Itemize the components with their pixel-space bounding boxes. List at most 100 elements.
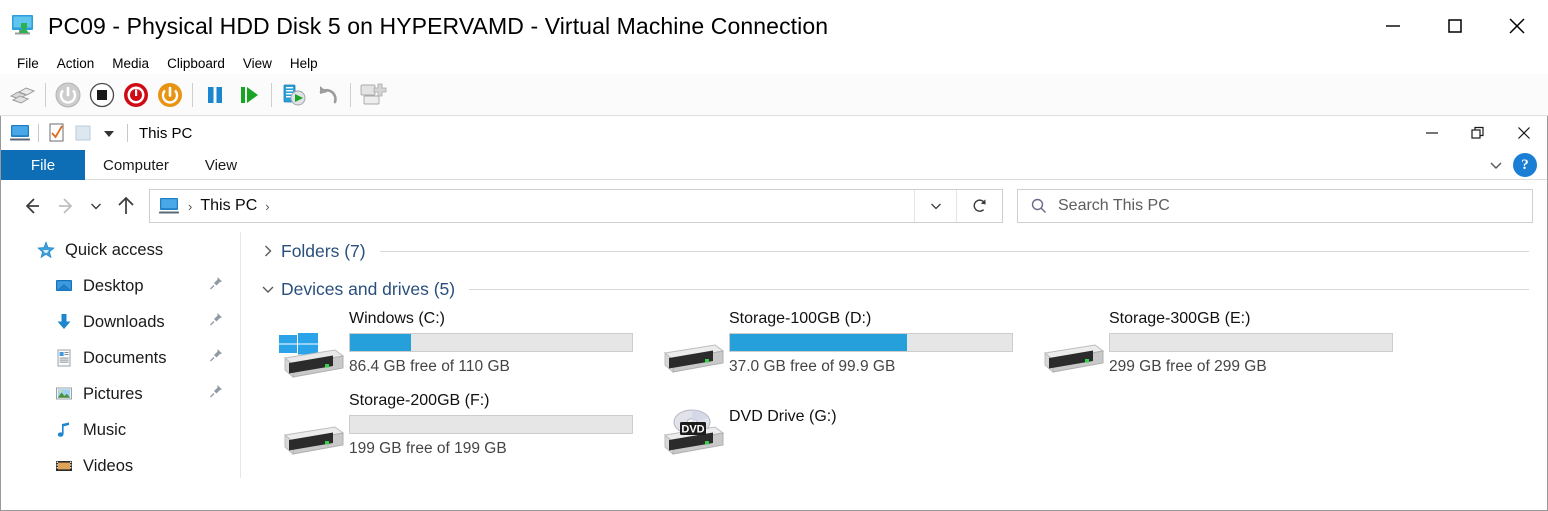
tab-file[interactable]: File <box>1 150 85 180</box>
sidebar-item-label: Videos <box>83 457 133 476</box>
toolbar-separator <box>192 83 193 107</box>
help-button[interactable]: ? <box>1513 153 1537 177</box>
sidebar-item-quick-access[interactable]: Quick access <box>1 232 240 268</box>
vm-close-button[interactable] <box>1486 0 1548 52</box>
toolbar-separator <box>45 83 46 107</box>
drive-item-storage-300gb-e[interactable]: Storage-300GB (E:) 299 GB free of 299 GB <box>1035 308 1415 390</box>
refresh-button[interactable] <box>956 190 1002 222</box>
explorer-close-button[interactable] <box>1501 116 1547 150</box>
file-explorer-window: This PC File Computer View <box>0 116 1548 511</box>
new-connection-icon[interactable] <box>356 78 390 112</box>
up-button[interactable] <box>109 189 143 223</box>
group-rule <box>380 251 1529 252</box>
drive-capacity-bar <box>349 333 633 352</box>
hard-drive-icon <box>655 322 729 382</box>
star-pin-icon <box>35 239 57 261</box>
explorer-body: Quick access Desktop <box>1 232 1547 478</box>
breadcrumb-item-this-pc[interactable]: This PC <box>200 197 257 215</box>
drive-item-storage-100gb-d[interactable]: Storage-100GB (D:) 37.0 GB free of 99.9 … <box>655 308 1035 390</box>
chevron-down-icon[interactable] <box>257 278 279 300</box>
drive-item-dvd-drive-g[interactable]: DVD DVD Drive (G:) <box>655 390 1035 472</box>
sidebar-item-label: Pictures <box>83 385 143 404</box>
sidebar-item-label: Music <box>83 421 126 440</box>
revert-icon[interactable] <box>311 78 345 112</box>
drive-name: Windows (C:) <box>349 310 655 328</box>
pin-icon[interactable] <box>208 312 224 333</box>
sidebar-item-pictures[interactable]: Pictures <box>1 376 240 412</box>
drive-info: Windows (C:) 86.4 GB free of 110 GB <box>349 308 655 376</box>
drive-info: DVD Drive (G:) <box>729 390 1035 431</box>
sidebar-item-videos[interactable]: Videos <box>1 448 240 478</box>
drive-row: Windows (C:) 86.4 GB free of 110 GB <box>275 308 1547 390</box>
this-pc-icon[interactable] <box>7 121 33 145</box>
recent-locations-button[interactable] <box>83 189 109 223</box>
menu-item-view[interactable]: View <box>234 55 281 72</box>
downloads-icon <box>53 311 75 333</box>
sidebar-item-downloads[interactable]: Downloads <box>1 304 240 340</box>
drive-free-space: 299 GB free of 299 GB <box>1109 358 1415 376</box>
drive-capacity-fill <box>350 334 411 351</box>
ribbon-right-controls: ? <box>1479 150 1543 180</box>
drive-item-storage-200gb-f[interactable]: Storage-200GB (F:) 199 GB free of 199 GB <box>275 390 655 472</box>
menu-item-media[interactable]: Media <box>103 55 158 72</box>
explorer-restore-button[interactable] <box>1455 116 1501 150</box>
menu-item-help[interactable]: Help <box>281 55 327 72</box>
pin-icon[interactable] <box>208 384 224 405</box>
sidebar-item-documents[interactable]: Documents <box>1 340 240 376</box>
menu-item-file[interactable]: File <box>8 55 48 72</box>
group-header-devices-and-drives[interactable]: Devices and drives (5) <box>253 270 1547 308</box>
tab-view[interactable]: View <box>187 150 255 180</box>
drive-info: Storage-100GB (D:) 37.0 GB free of 99.9 … <box>729 308 1035 376</box>
group-header-folders[interactable]: Folders (7) <box>253 232 1547 270</box>
shut-down-icon[interactable] <box>119 78 153 112</box>
drive-info: Storage-200GB (F:) 199 GB free of 199 GB <box>349 390 655 458</box>
new-folder-icon[interactable] <box>70 121 96 145</box>
vm-maximize-button[interactable] <box>1424 0 1486 52</box>
reset-icon[interactable] <box>232 78 266 112</box>
virtual-machine-icon <box>10 12 38 40</box>
breadcrumb-separator[interactable]: › <box>257 199 277 214</box>
vm-toolbar <box>0 74 1548 116</box>
menu-item-action[interactable]: Action <box>48 55 104 72</box>
sidebar-item-label: Downloads <box>83 313 165 332</box>
sidebar-item-music[interactable]: Music <box>1 412 240 448</box>
explorer-window-controls <box>1409 116 1547 150</box>
chevron-right-icon[interactable] <box>257 240 279 262</box>
vm-window-controls <box>1362 0 1548 52</box>
drive-capacity-fill <box>730 334 907 351</box>
group-rule <box>469 289 1529 290</box>
qat-separator <box>127 124 128 142</box>
pin-icon[interactable] <box>208 276 224 297</box>
qat-separator <box>38 124 39 142</box>
tab-computer[interactable]: Computer <box>85 150 187 180</box>
explorer-minimize-button[interactable] <box>1409 116 1455 150</box>
ctrl-alt-delete-icon[interactable] <box>6 78 40 112</box>
save-power-icon[interactable] <box>153 78 187 112</box>
chevron-down-icon[interactable] <box>1479 150 1513 180</box>
group-title: Devices and drives (5) <box>281 279 455 300</box>
start-power-icon[interactable] <box>51 78 85 112</box>
address-dropdown-button[interactable] <box>914 190 956 222</box>
explorer-title-bar: This PC <box>1 116 1547 150</box>
back-button[interactable] <box>15 189 49 223</box>
breadcrumb[interactable]: › This PC › <box>150 196 914 216</box>
search-icon <box>1030 197 1048 215</box>
properties-icon[interactable] <box>44 121 70 145</box>
toolbar-separator <box>271 83 272 107</box>
checkpoint-icon[interactable] <box>277 78 311 112</box>
breadcrumb-separator: › <box>180 199 200 214</box>
sidebar-item-desktop[interactable]: Desktop <box>1 268 240 304</box>
pin-icon[interactable] <box>208 348 224 369</box>
forward-button[interactable] <box>49 189 83 223</box>
drive-free-space: 37.0 GB free of 99.9 GB <box>729 358 1035 376</box>
drive-item-windows-c[interactable]: Windows (C:) 86.4 GB free of 110 GB <box>275 308 655 390</box>
vm-minimize-button[interactable] <box>1362 0 1424 52</box>
pause-icon[interactable] <box>198 78 232 112</box>
customize-dropdown-icon[interactable] <box>96 121 122 145</box>
turn-off-icon[interactable] <box>85 78 119 112</box>
search-input[interactable]: Search This PC <box>1017 189 1533 223</box>
drive-row: Storage-200GB (F:) 199 GB free of 199 GB <box>275 390 1547 472</box>
documents-icon <box>53 347 75 369</box>
address-bar[interactable]: › This PC › <box>149 189 1003 223</box>
menu-item-clipboard[interactable]: Clipboard <box>158 55 234 72</box>
